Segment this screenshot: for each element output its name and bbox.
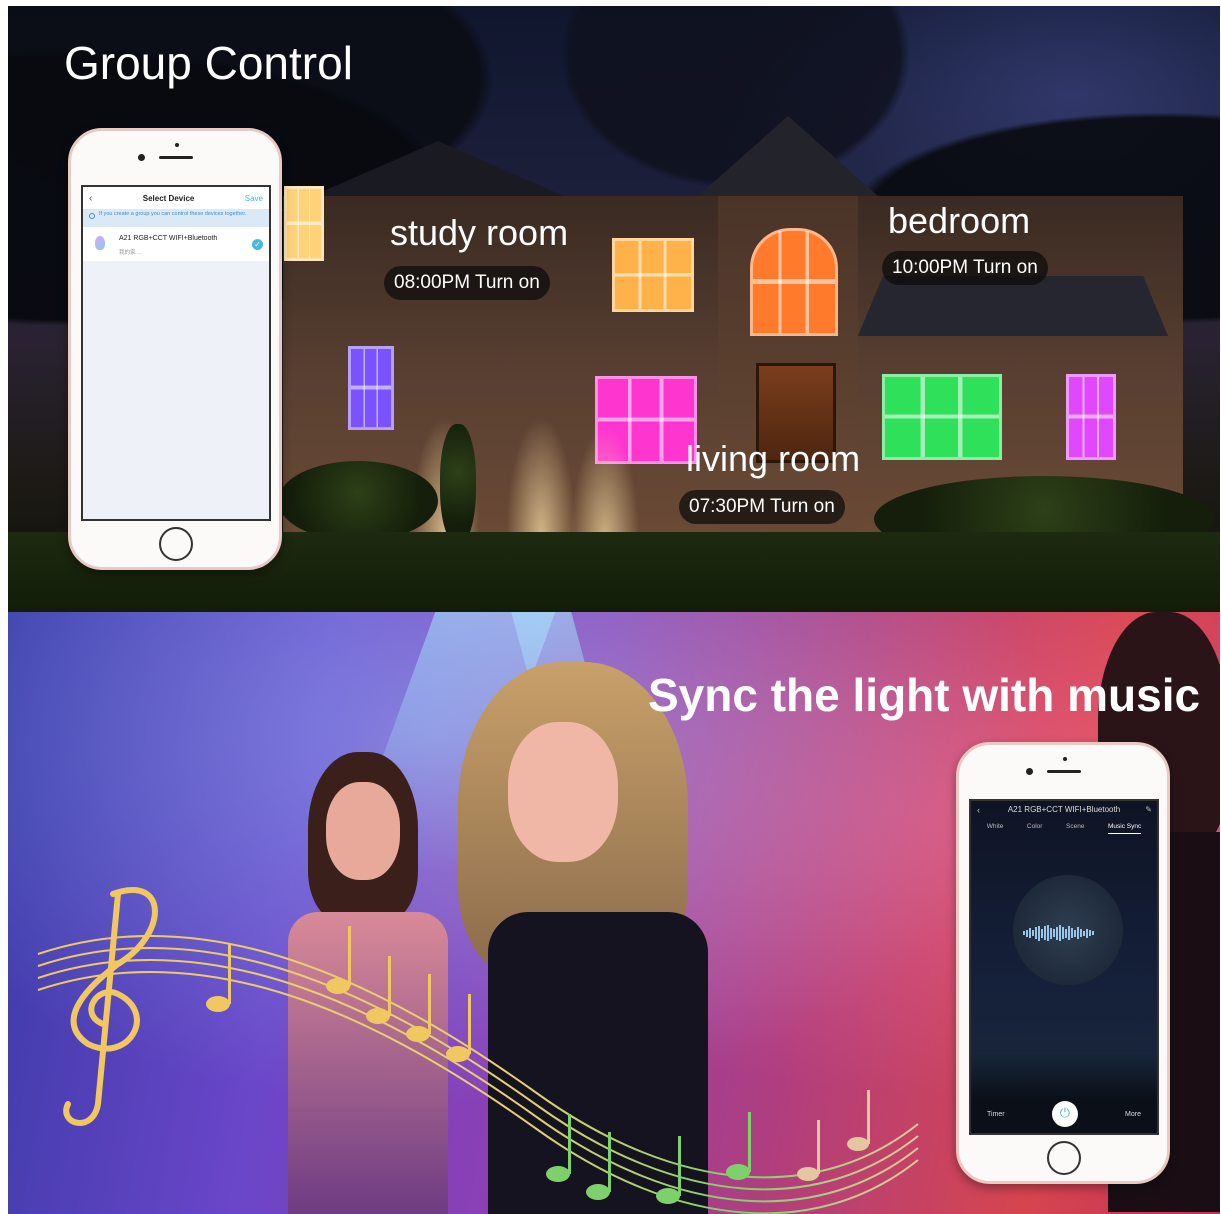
- phone-speaker: [1047, 770, 1081, 773]
- tab-color[interactable]: Color: [1027, 823, 1043, 834]
- app-navbar: ‹ Select Device Save: [83, 187, 269, 209]
- device-list-item[interactable]: A21 RGB+CCT WIFI+Bluetooth 我的家 ... ✓: [83, 227, 269, 261]
- shrub: [278, 461, 438, 541]
- time-pill-bedroom: 10:00PM Turn on: [882, 251, 1048, 285]
- dancer-center-face: [508, 722, 618, 862]
- group-control-panel: Group Control study room 08:00PM Turn on…: [8, 6, 1220, 612]
- more-button[interactable]: More: [1125, 1111, 1141, 1118]
- uplight: [506, 416, 576, 536]
- info-icon: [89, 213, 95, 219]
- dancer-left-face: [326, 782, 400, 880]
- window-attic: [284, 186, 324, 261]
- bulb-icon: [95, 236, 105, 250]
- phone-sensor: [175, 143, 179, 147]
- music-sync-panel: Sync the light with music ‹ A21 RGB+CCT …: [8, 612, 1220, 1214]
- phone-screen: ‹ Select Device Save If you create a gro…: [81, 185, 271, 521]
- tab-music-sync[interactable]: Music Sync: [1107, 823, 1142, 834]
- bottom-toolbar: Timer ⏻ More: [971, 1101, 1157, 1127]
- phone-camera: [138, 154, 145, 161]
- phone-home-button: [1047, 1141, 1081, 1175]
- phone-music-sync: ‹ A21 RGB+CCT WIFI+Bluetooth ✎ White Col…: [956, 742, 1170, 1184]
- phone-home-button: [159, 527, 193, 561]
- time-pill-study: 08:00PM Turn on: [384, 266, 550, 300]
- info-banner: If you create a group you can control th…: [83, 209, 269, 227]
- time-pill-living: 07:30PM Turn on: [679, 490, 845, 524]
- device-name: A21 RGB+CCT WIFI+Bluetooth: [119, 235, 218, 242]
- power-icon[interactable]: ⏻: [1051, 1101, 1078, 1127]
- chevron-left-icon[interactable]: ‹: [977, 801, 980, 819]
- room-label-living: living room: [686, 438, 861, 479]
- device-title: A21 RGB+CCT WIFI+Bluetooth: [1007, 805, 1121, 814]
- room-label-bedroom: bedroom: [888, 200, 1031, 241]
- phone-select-device: ‹ Select Device Save If you create a gro…: [68, 128, 282, 570]
- phone-camera: [1026, 768, 1033, 775]
- tab-scene[interactable]: Scene: [1066, 823, 1084, 834]
- uplight: [570, 426, 640, 546]
- treble-clef-icon: [63, 887, 158, 1126]
- window-bedroom-left: [348, 346, 394, 430]
- window-right: [1066, 374, 1116, 460]
- window-bedroom: [882, 374, 1002, 460]
- device-subtitle: 我的家 ...: [119, 250, 142, 256]
- timer-button[interactable]: Timer: [987, 1111, 1005, 1118]
- window-tower: [750, 228, 838, 336]
- nav-title: Select Device: [142, 193, 195, 203]
- checkmark-icon[interactable]: ✓: [252, 239, 263, 250]
- edit-icon[interactable]: ✎: [1145, 801, 1152, 819]
- room-label-study: study room: [390, 212, 569, 253]
- group-control-title: Group Control: [64, 37, 353, 89]
- info-text: If you create a group you can control th…: [99, 211, 247, 217]
- phone-screen: ‹ A21 RGB+CCT WIFI+Bluetooth ✎ White Col…: [969, 799, 1159, 1135]
- window-study-room: [612, 238, 694, 312]
- music-sync-title: Sync the light with music: [648, 669, 1201, 721]
- mode-tabs: White Color Scene Music Sync: [971, 819, 1157, 834]
- music-notes-graphic: [37, 887, 919, 1214]
- save-button[interactable]: Save: [245, 194, 263, 203]
- phone-speaker: [159, 156, 193, 159]
- sound-wave-icon: [1023, 925, 1113, 941]
- chevron-left-icon[interactable]: ‹: [89, 193, 92, 204]
- music-visualizer: [1013, 875, 1123, 985]
- phone-sensor: [1063, 757, 1067, 761]
- tab-white[interactable]: White: [987, 823, 1004, 834]
- house-roof-right: [858, 276, 1168, 336]
- app-navbar: ‹ A21 RGB+CCT WIFI+Bluetooth ✎: [971, 801, 1157, 819]
- shrub-tall: [440, 424, 476, 544]
